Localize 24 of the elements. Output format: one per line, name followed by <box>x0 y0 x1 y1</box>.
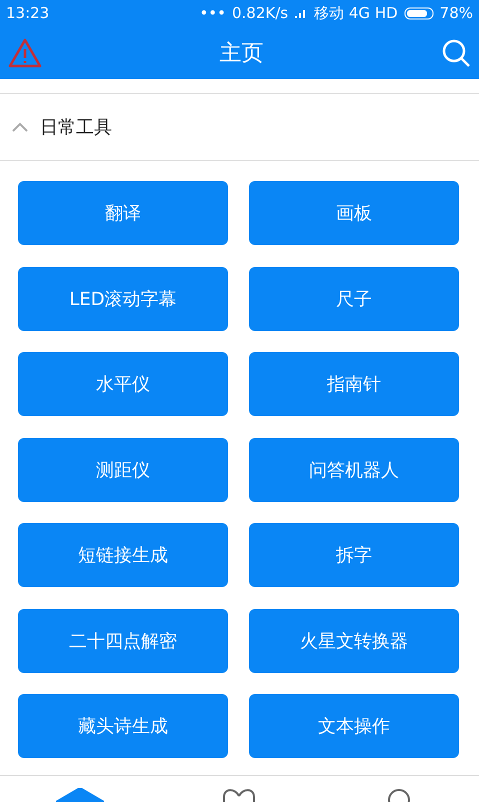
tool-button[interactable]: 文本操作 <box>249 694 459 758</box>
tool-button[interactable]: 短链接生成 <box>18 523 228 587</box>
tool-button[interactable]: 藏头诗生成 <box>18 694 228 758</box>
status-time: 13:23 <box>6 4 50 22</box>
tool-button[interactable]: 火星文转换器 <box>249 608 459 672</box>
battery-icon <box>404 6 434 20</box>
tool-button[interactable]: 二十四点解密 <box>18 608 228 672</box>
tool-button[interactable]: 尺子 <box>249 266 459 330</box>
tool-button[interactable]: 拆字 <box>249 523 459 587</box>
tool-button[interactable]: 测距仪 <box>18 438 228 502</box>
tool-button[interactable]: 问答机器人 <box>249 438 459 502</box>
section-title: 日常工具 <box>40 116 112 139</box>
status-dots: ••• <box>199 4 226 22</box>
page-title: 主页 <box>220 40 264 68</box>
tool-button[interactable]: LED滚动字幕 <box>18 266 228 330</box>
caret-icon[interactable] <box>12 122 28 132</box>
battery-percent: 78% <box>440 4 473 22</box>
tool-button[interactable]: 画板 <box>249 181 459 245</box>
search-icon[interactable] <box>441 38 471 68</box>
tool-button[interactable]: 翻译 <box>18 181 228 245</box>
tool-button[interactable]: 水平仪 <box>18 352 228 416</box>
network-speed: 0.82K/s <box>232 4 288 22</box>
carrier-label: 移动 4G HD <box>314 4 398 22</box>
tool-button[interactable]: 指南针 <box>249 352 459 416</box>
